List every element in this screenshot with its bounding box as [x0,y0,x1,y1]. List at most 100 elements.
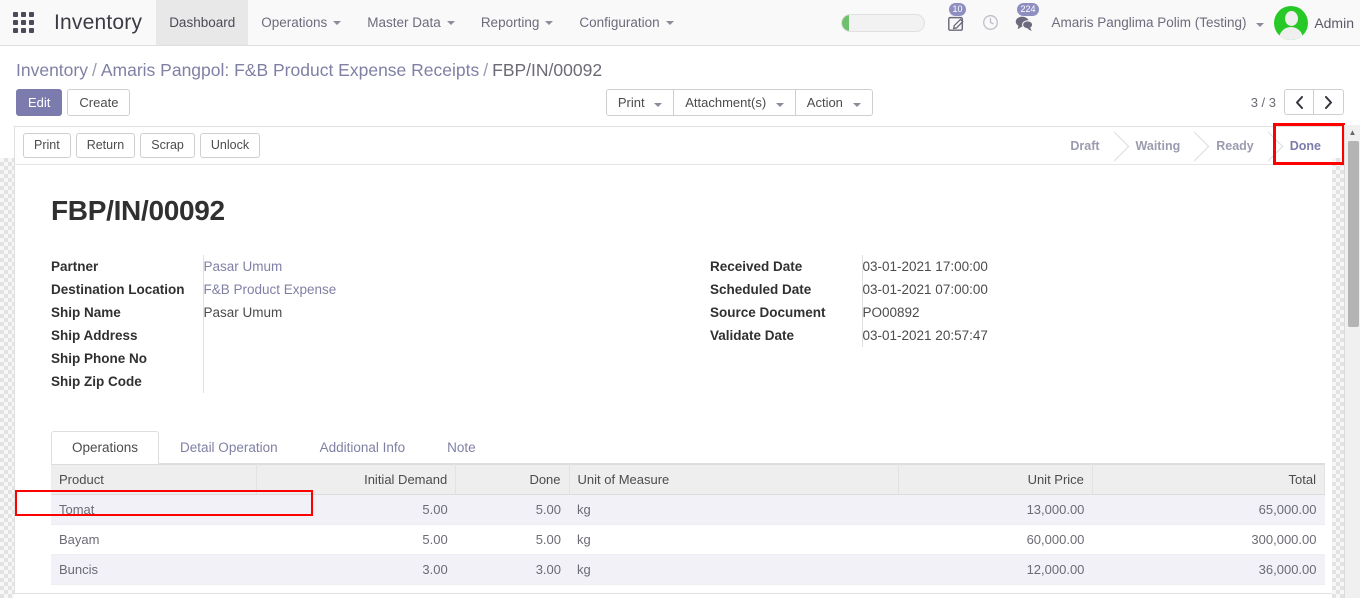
menu-item-configuration-label: Configuration [579,15,660,30]
print-dropdown-label: Print [617,95,645,110]
pager: 3 / 3 [1251,89,1344,115]
table-row[interactable]: Buncis 3.00 3.00 kg 12,000.00 36,000.00 [51,554,1325,585]
vertical-scrollbar[interactable]: ▲ [1344,125,1360,598]
chat-bubble-icon[interactable]: 224 [1009,2,1039,38]
edit-note-glyph [948,16,965,31]
chevron-down-icon [446,20,455,25]
cell-done: 3.00 [455,554,570,585]
cell-total: 300,000.00 [1092,524,1325,555]
return-button[interactable]: Return [75,133,136,158]
scrollbar-up-arrow-icon[interactable]: ▲ [1345,125,1360,140]
chat-bubble-badge: 224 [1017,2,1039,16]
control-panel: Edit Create Print Attachment(s) Action 3… [0,81,1360,126]
field-value-ship-phone-no [202,347,383,370]
breadcrumb-separator: / [483,60,489,80]
column-header-done[interactable]: Done [455,464,570,495]
unlock-button[interactable]: Unlock [199,133,261,158]
edit-button[interactable]: Edit [16,89,63,116]
tab-detail-operation-label: Detail Operation [180,440,278,455]
menu-item-reporting[interactable]: Reporting [468,0,567,45]
clock-icon[interactable] [975,8,1005,38]
scrollbar-thumb[interactable] [1348,141,1359,327]
status-steps: Draft Waiting Ready Done [1050,127,1337,165]
notebook: Operations Detail Operation Additional I… [51,431,1325,464]
scrap-button[interactable]: Scrap [140,133,195,158]
breadcrumb-bar: Inventory / Amaris Pangpol: F&B Product Ex… [0,46,1360,81]
cell-product: Buncis [51,554,257,585]
field-row-destination-location: Destination Location F&B Product Expense [51,278,383,301]
status-step-waiting-label: Waiting [1135,138,1181,153]
field-value-validate-date: 03-01-2021 20:57:47 [861,324,1042,347]
chevron-down-icon [665,20,674,25]
cell-unit-of-measure: kg [569,494,899,525]
notebook-tabs: Operations Detail Operation Additional I… [51,431,1325,464]
menu-item-reporting-label: Reporting [480,15,540,30]
column-header-total[interactable]: Total [1092,464,1326,495]
attachments-dropdown-button[interactable]: Attachment(s) [673,89,796,116]
menu-item-master-data[interactable]: Master Data [354,0,468,45]
operations-table-head: Product Initial Demand Done Unit of Meas… [51,464,1326,495]
apps-menu-button[interactable] [0,0,46,45]
breadcrumb-item-parent[interactable]: Amaris Pangpol: F&B Product Expense Rece… [101,60,479,80]
column-header-product[interactable]: Product [51,464,257,495]
status-step-draft[interactable]: Draft [1050,127,1115,165]
print-dropdown-button[interactable]: Print [605,89,675,116]
cell-done: 5.00 [455,494,570,525]
print-button[interactable]: Print [23,133,71,158]
create-button[interactable]: Create [67,89,131,116]
navbar-right-area: 10 224 Amaris Panglima Polim (Testing) A… [841,0,1360,45]
tab-operations[interactable]: Operations [51,431,160,464]
table-row[interactable]: Tomat 5.00 5.00 kg 13,000.00 65,000.00 [51,494,1325,525]
menu-item-operations[interactable]: Operations [248,0,354,45]
field-label-scheduled-date: Scheduled Date [710,282,812,297]
field-value-partner[interactable]: Pasar Umum [202,255,383,278]
column-header-unit-of-measure[interactable]: Unit of Measure [569,464,899,495]
field-label-ship-phone-no: Ship Phone No [51,351,147,366]
field-value-ship-address [202,324,383,347]
field-label-received-date: Received Date [710,259,803,274]
pager-next-button[interactable] [1314,89,1344,115]
field-value-destination-location[interactable]: F&B Product Expense [202,278,383,301]
menu-item-configuration[interactable]: Configuration [566,0,686,45]
right-edge-pattern [1332,158,1344,598]
action-dropdown-button[interactable]: Action [794,89,873,116]
cell-unit-price: 13,000.00 [898,494,1093,525]
tab-note[interactable]: Note [426,431,497,464]
field-row-partner: Partner Pasar Umum [51,255,383,278]
menu-item-dashboard-label: Dashboard [169,15,236,30]
breadcrumb-item-current: FBP/IN/00092 [492,60,603,80]
attachments-dropdown-label: Attachment(s) [685,95,767,110]
breadcrumb-item-root[interactable]: Inventory [16,60,88,80]
edit-note-badge: 10 [949,2,966,16]
tab-detail-operation[interactable]: Detail Operation [159,431,299,464]
form-columns: Partner Pasar Umum Destination Location … [15,255,1325,516]
chevron-down-icon [852,103,861,107]
cell-unit-price: 60,000.00 [898,524,1093,555]
app-brand-title[interactable]: Inventory [46,0,156,45]
user-menu-label[interactable]: Admin [1314,15,1354,31]
column-header-initial-demand[interactable]: Initial Demand [256,464,457,495]
main-menu: Dashboard Operations Master Data Reporti… [156,0,686,45]
operations-table-body: Tomat 5.00 5.00 kg 13,000.00 65,000.00 B… [51,494,1325,585]
field-value-ship-name: Pasar Umum [202,301,383,324]
cell-product: Bayam [51,524,257,555]
pager-previous-button[interactable] [1284,89,1314,115]
company-switcher[interactable]: Amaris Panglima Polim (Testing) [1051,15,1265,30]
column-header-unit-price[interactable]: Unit Price [898,464,1093,495]
edit-note-icon[interactable]: 10 [941,2,971,38]
field-row-ship-phone-no: Ship Phone No [51,347,383,370]
menu-item-dashboard[interactable]: Dashboard [156,0,249,45]
field-row-scheduled-date: Scheduled Date 03-01-2021 07:00:00 [710,278,1042,301]
tab-additional-info[interactable]: Additional Info [299,431,427,464]
field-row-ship-zip-code: Ship Zip Code [51,370,383,393]
form-sheet: FBP/IN/00092 Partner Pasar Umum Destinat… [14,164,1346,594]
avatar[interactable] [1274,5,1309,40]
usage-progress-fill [842,14,850,31]
usage-progress-bar [841,13,926,32]
cell-unit-of-measure: kg [569,554,899,585]
cell-product: Tomat [51,494,257,525]
left-fields-table: Partner Pasar Umum Destination Location … [51,255,383,393]
status-step-ready-label: Ready [1216,138,1254,153]
clock-glyph [983,15,998,30]
table-row[interactable]: Bayam 5.00 5.00 kg 60,000.00 300,000.00 [51,524,1325,555]
